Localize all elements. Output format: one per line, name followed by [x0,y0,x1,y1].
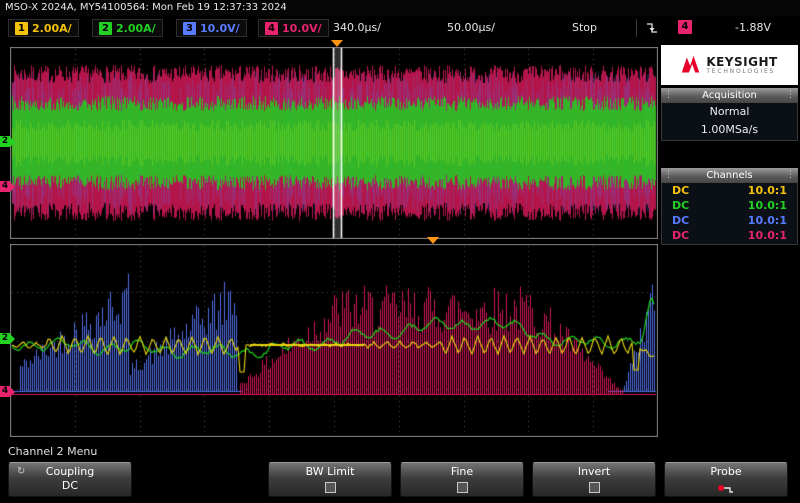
channel-4-number: 4 [265,21,278,35]
trigger-time-marker-bottom [427,237,439,244]
status-bar: 1 2.00A/ 2 2.00A/ 3 10.0V/ 4 10.0V/ 340.… [0,16,800,42]
softkey-label: Fine [450,465,474,478]
run-state[interactable]: Stop [572,20,597,36]
keysight-logo: KEYSIGHT TECHNOLOGIES [661,45,798,85]
channel-probe-ratio: 10.0:1 [747,229,787,242]
channel-2-status[interactable]: 2 2.00A/ [92,19,163,37]
ground-marker-bottom-ch4: 4 [0,386,15,397]
channel-probe-ratio: 10.0:1 [747,199,787,212]
channel-4-status[interactable]: 4 10.0V/ [258,19,329,37]
top-wave [10,47,658,239]
softkey-label: BW Limit [305,465,355,478]
channel-3-status[interactable]: 3 10.0V/ [176,19,247,37]
softkey-probe[interactable]: Probe [664,462,788,497]
channel-1-number: 1 [15,21,28,35]
cycle-icon: ↻ [17,466,26,477]
channel-3-scale: 10.0V/ [200,21,240,35]
channel-row-1: DC 10.0:1 [662,183,797,198]
ground-marker-label: 2 [0,136,10,147]
status-separator [636,19,637,37]
channel-4-scale: 10.0V/ [282,21,322,35]
trigger-edge-icon [646,20,658,34]
channel-row-3: DC 10.0:1 [662,213,797,228]
ground-marker-arrow-icon [10,181,15,192]
softkey-label: Invert [577,465,611,478]
info-sidebar: KEYSIGHT TECHNOLOGIES Acquisition Normal… [661,45,798,442]
acquisition-panel: Normal 1.00MSa/s [661,103,798,141]
channel-2-number: 2 [99,21,112,35]
softkey-coupling[interactable]: ↻ Coupling DC [8,462,132,497]
channel-row-2: DC 10.0:1 [662,198,797,213]
softkey-label: Probe [710,465,742,478]
channel-probe-ratio: 10.0:1 [747,214,787,227]
softkey-invert[interactable]: Invert [532,462,656,497]
acquisition-mode: Normal [709,105,750,118]
channel-2-scale: 2.00A/ [116,21,156,35]
checkbox-unchecked-icon [324,482,336,493]
oscilloscope-screen: MSO-X 2024A, MY54100564: Mon Feb 19 12:3… [0,0,800,503]
channel-row-4: DC 10.0:1 [662,228,797,243]
checkbox-unchecked-icon [456,482,468,493]
timebase-scale[interactable]: 340.0µs/ [333,20,381,36]
probe-icon [718,485,733,493]
trigger-source-badge[interactable]: 4 [678,20,692,34]
menu-title: Channel 2 Menu [8,445,98,458]
keysight-spark-icon [682,55,700,73]
trigger-time-marker-top [331,40,343,47]
softkey-fine[interactable]: Fine [400,462,524,497]
acquisition-header: Acquisition [661,88,798,103]
softkey-bw-limit[interactable]: BW Limit [268,462,392,497]
ground-marker-label: 4 [0,386,10,397]
channel-coupling: DC [672,229,690,242]
checkbox-unchecked-icon [588,482,600,493]
channel-1-scale: 2.00A/ [32,21,72,35]
channel-3-number: 3 [183,21,196,35]
ground-marker-arrow-icon [10,386,15,397]
ground-marker-label: 2 [0,333,10,344]
ground-marker-top-ch4: 4 [0,181,15,192]
channels-header: Channels [661,168,798,183]
timebase-delay[interactable]: 50.00µs/ [447,20,495,36]
channel-coupling: DC [672,199,690,212]
sample-rate: 1.00MSa/s [700,123,759,136]
ground-marker-top-ch2: 2 [0,136,15,147]
brand-name: KEYSIGHT [706,54,778,69]
softkey-label: Coupling [45,465,95,478]
trigger-level[interactable]: -1.88V [735,20,771,36]
bottom-wave [10,244,658,437]
channel-coupling: DC [672,214,690,227]
channel-1-status[interactable]: 1 2.00A/ [8,19,79,37]
channels-panel: DC 10.0:1 DC 10.0:1 DC 10.0:1 DC 10.0:1 [661,183,798,245]
brand-tagline: TECHNOLOGIES [706,67,776,75]
ground-marker-arrow-icon [10,333,15,344]
channel-probe-ratio: 10.0:1 [747,184,787,197]
ground-marker-label: 4 [0,181,10,192]
ground-marker-arrow-icon [10,136,15,147]
titlebar: MSO-X 2024A, MY54100564: Mon Feb 19 12:3… [0,0,800,16]
ground-marker-bottom-ch2: 2 [0,333,15,344]
channel-coupling: DC [672,184,690,197]
softkey-value: DC [61,479,79,492]
